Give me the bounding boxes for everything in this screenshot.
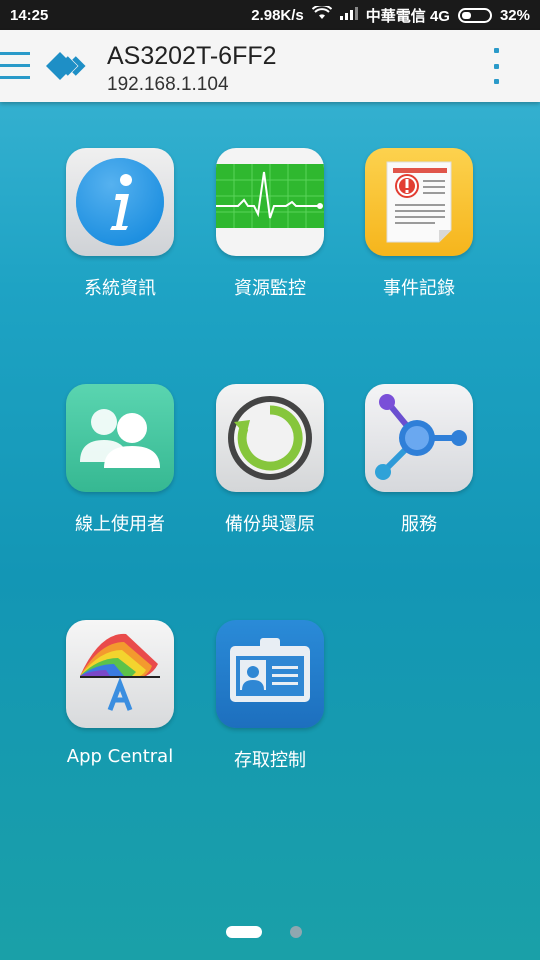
app-tile-access-control[interactable]: 存取控制 bbox=[200, 620, 340, 772]
app-label: 線上使用者 bbox=[75, 514, 165, 535]
heartbeat-monitor-icon bbox=[216, 148, 324, 256]
status-bar: 14:25 2.98K/s 中華電信 4G 32% bbox=[0, 0, 540, 30]
app-label: 系統資訊 bbox=[84, 278, 156, 299]
page-dot-active[interactable] bbox=[226, 926, 262, 938]
battery-percent: 32% bbox=[499, 6, 530, 24]
app-label: 備份與還原 bbox=[225, 514, 315, 535]
menu-icon[interactable] bbox=[0, 52, 32, 80]
device-name: AS3202T-6FF2 bbox=[107, 42, 277, 70]
page-indicator bbox=[0, 924, 540, 940]
wifi-icon bbox=[311, 4, 332, 24]
network-speed: 2.98K/s bbox=[251, 6, 304, 24]
app-tile-services[interactable]: 服務 bbox=[349, 384, 489, 536]
battery-icon bbox=[457, 7, 492, 23]
app-tile-event-log[interactable]: 事件記錄 bbox=[349, 148, 489, 300]
more-options-icon[interactable] bbox=[488, 48, 504, 84]
app-label: App Central bbox=[66, 746, 174, 767]
carrier-label: 中華電信 4G bbox=[365, 7, 450, 25]
app-label: 存取控制 bbox=[234, 750, 306, 771]
app-central-icon bbox=[66, 620, 174, 728]
app-tile-system-info[interactable]: 系統資訊 bbox=[50, 148, 190, 300]
app-label: 資源監控 bbox=[234, 278, 306, 299]
info-icon bbox=[66, 148, 174, 256]
device-ip: 192.168.1.104 bbox=[107, 74, 229, 95]
event-log-icon bbox=[365, 148, 473, 256]
app-tile-backup-restore[interactable]: 備份與還原 bbox=[200, 384, 340, 536]
online-users-icon bbox=[66, 384, 174, 492]
asustor-logo-icon bbox=[44, 48, 88, 84]
services-icon bbox=[365, 384, 473, 492]
app-tile-resource-monitor[interactable]: 資源監控 bbox=[200, 148, 340, 300]
status-time: 14:25 bbox=[10, 6, 49, 24]
app-bar: AS3202T-6FF2 192.168.1.104 bbox=[0, 30, 540, 102]
page-dot[interactable] bbox=[290, 926, 302, 938]
backup-restore-icon bbox=[216, 384, 324, 492]
app-label: 事件記錄 bbox=[383, 278, 455, 299]
signal-icon bbox=[339, 6, 358, 24]
app-tile-app-central[interactable]: App Central bbox=[50, 620, 190, 767]
access-control-icon bbox=[216, 620, 324, 728]
app-label: 服務 bbox=[401, 514, 437, 535]
app-tile-online-users[interactable]: 線上使用者 bbox=[50, 384, 190, 536]
